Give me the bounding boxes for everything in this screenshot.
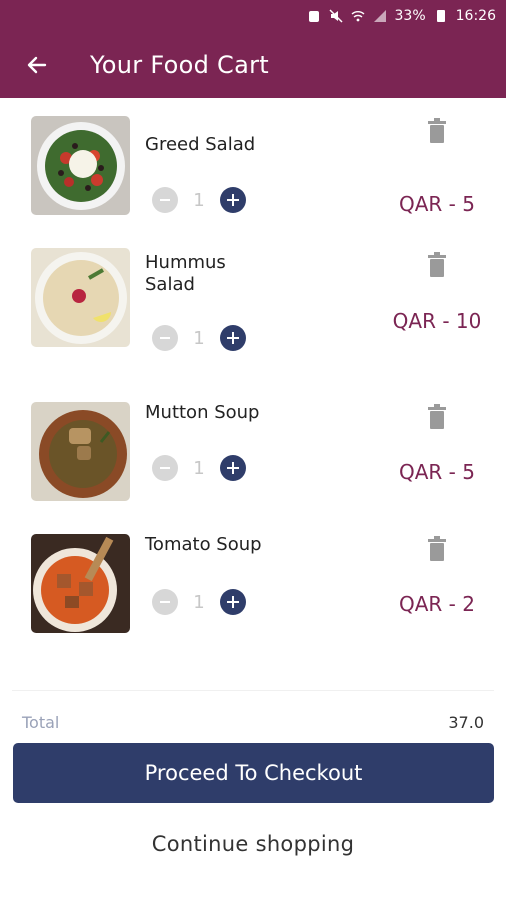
continue-shopping-link[interactable]: Continue shopping (0, 832, 506, 856)
page-title: Your Food Cart (90, 51, 269, 79)
battery-icon (436, 10, 445, 22)
decrease-button[interactable] (152, 589, 178, 615)
cart-item: Hummus Salad 1 QAR - 10 (0, 248, 506, 378)
checkout-button[interactable]: Proceed To Checkout (13, 743, 494, 803)
quantity-stepper: 1 (152, 186, 246, 214)
food-image (31, 248, 130, 347)
food-image (31, 534, 130, 633)
quantity-value: 1 (193, 189, 205, 211)
increase-button[interactable] (220, 187, 246, 213)
trash-icon[interactable] (426, 404, 448, 430)
status-bar: 33% 16:26 (0, 0, 506, 32)
item-price: QAR - 5 (399, 192, 475, 216)
cart-item: Mutton Soup 1 QAR - 5 (0, 402, 506, 532)
trash-icon[interactable] (426, 118, 448, 144)
item-name: Mutton Soup (145, 402, 260, 423)
cart-item: Greed Salad 1 QAR - 5 (0, 114, 506, 244)
quantity-value: 1 (193, 327, 205, 349)
alarm-icon (308, 11, 319, 22)
battery-level: 33% (394, 8, 426, 24)
plus-icon (227, 596, 239, 608)
quantity-stepper: 1 (152, 454, 246, 482)
increase-button[interactable] (220, 325, 246, 351)
decrease-button[interactable] (152, 187, 178, 213)
back-button[interactable] (22, 50, 52, 80)
item-name: Greed Salad (145, 134, 256, 155)
increase-button[interactable] (220, 589, 246, 615)
signal-icon (373, 10, 386, 22)
plus-icon (227, 462, 239, 474)
quantity-value: 1 (193, 457, 205, 479)
minus-icon (160, 199, 170, 201)
app-bar: 33% 16:26 Your Food Cart (0, 0, 506, 98)
quantity-value: 1 (193, 591, 205, 613)
quantity-stepper: 1 (152, 324, 246, 352)
minus-icon (160, 467, 170, 469)
food-image (31, 402, 130, 501)
arrow-left-icon (27, 56, 47, 74)
minus-icon (160, 337, 170, 339)
clock: 16:26 (455, 8, 496, 24)
wifi-icon (351, 11, 364, 22)
increase-button[interactable] (220, 455, 246, 481)
item-price: QAR - 2 (399, 592, 475, 616)
quantity-stepper: 1 (152, 588, 246, 616)
item-name: Hummus Salad (145, 252, 226, 295)
mute-icon (328, 9, 343, 23)
decrease-button[interactable] (152, 325, 178, 351)
item-price: QAR - 5 (399, 460, 475, 484)
plus-icon (227, 332, 239, 344)
decrease-button[interactable] (152, 455, 178, 481)
item-price: QAR - 10 (392, 309, 482, 333)
food-image (31, 116, 130, 215)
trash-icon[interactable] (426, 536, 448, 562)
minus-icon (160, 601, 170, 603)
cart-item: Tomato Soup 1 QAR - 2 (0, 534, 506, 664)
divider (12, 690, 494, 691)
trash-icon[interactable] (426, 252, 448, 278)
item-name: Tomato Soup (145, 534, 262, 555)
total-label: Total (22, 713, 60, 732)
total-value: 37.0 (448, 713, 484, 732)
plus-icon (227, 194, 239, 206)
